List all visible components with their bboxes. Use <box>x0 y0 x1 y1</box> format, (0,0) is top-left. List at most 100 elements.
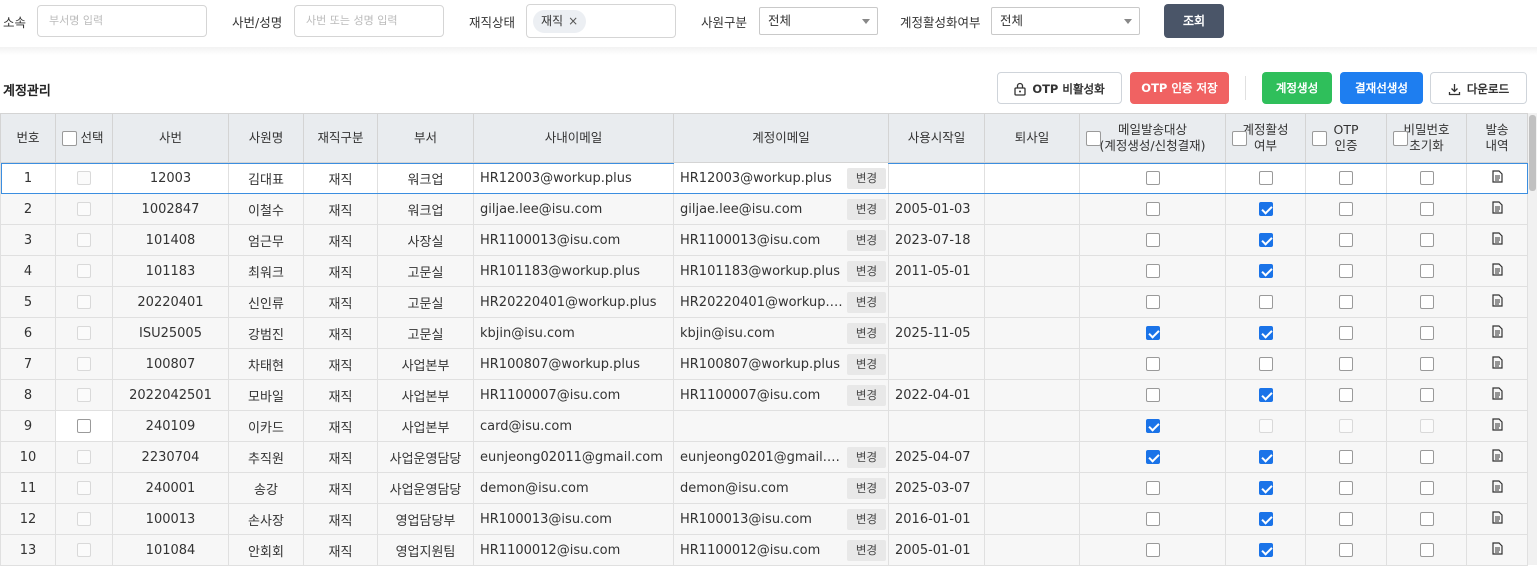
table-row[interactable]: 1 12003 김대표 재직 워크업 HR12003@workup.plus HR12003… <box>0 162 1528 194</box>
document-icon[interactable] <box>1491 448 1503 466</box>
row-pw-reset-cell[interactable] <box>1386 255 1467 287</box>
row-pw-reset-cell[interactable] <box>1386 224 1467 256</box>
mail-target-checkbox[interactable] <box>1145 326 1160 340</box>
row-history-cell[interactable] <box>1466 441 1528 473</box>
row-pw-reset-cell[interactable] <box>1386 286 1467 318</box>
table-row[interactable]: 4 101183 최워크 재직 고문실 HR101183@workup.plus HR101… <box>0 255 1528 287</box>
document-icon[interactable] <box>1491 386 1503 404</box>
row-active-cell[interactable] <box>1225 503 1306 535</box>
otp-checkbox[interactable] <box>1339 171 1353 185</box>
table-row[interactable]: 3 101408 엄근무 재직 사장실 HR1100013@isu.com HR110001… <box>0 224 1528 256</box>
row-otp-cell[interactable] <box>1305 348 1387 380</box>
document-icon[interactable] <box>1491 324 1503 342</box>
pw-reset-checkbox[interactable] <box>1419 512 1434 526</box>
pw-reset-checkbox[interactable] <box>1419 326 1434 340</box>
row-history-cell[interactable] <box>1466 472 1528 504</box>
row-select-cell[interactable] <box>55 193 113 225</box>
account-active-checkbox[interactable] <box>1258 512 1273 526</box>
row-otp-cell[interactable] <box>1305 286 1387 318</box>
document-icon[interactable] <box>1491 169 1503 187</box>
row-pw-reset-cell[interactable] <box>1386 348 1467 380</box>
table-row[interactable]: 12 100013 손사장 재직 영업담당부 HR100013@isu.com HR1000… <box>0 503 1528 535</box>
row-select-cell[interactable] <box>55 441 113 473</box>
mail-target-checkbox[interactable] <box>1145 202 1160 216</box>
mail-target-checkbox[interactable] <box>1145 357 1160 371</box>
row-active-cell[interactable] <box>1225 348 1306 380</box>
change-button[interactable]: 변경 <box>847 230 886 251</box>
row-history-cell[interactable] <box>1466 224 1528 256</box>
document-icon[interactable] <box>1491 417 1503 435</box>
close-icon[interactable]: × <box>568 14 578 28</box>
row-pw-reset-cell[interactable] <box>1386 317 1467 349</box>
row-pw-reset-cell[interactable] <box>1386 503 1467 535</box>
change-button[interactable]: 변경 <box>847 261 886 282</box>
row-pw-reset-cell[interactable] <box>1386 379 1467 411</box>
otp-checkbox[interactable] <box>1339 388 1353 402</box>
row-otp-cell[interactable] <box>1305 255 1387 287</box>
pw-reset-checkbox[interactable] <box>1419 233 1434 247</box>
pw-reset-checkbox[interactable] <box>1419 264 1434 278</box>
pw-reset-checkbox[interactable] <box>1419 295 1434 309</box>
row-mail-target-cell[interactable] <box>1079 441 1226 473</box>
table-row[interactable]: 5 20220401 신인류 재직 고문실 HR20220401@workup.plus H… <box>0 286 1528 318</box>
row-otp-cell[interactable] <box>1305 410 1387 442</box>
row-mail-target-cell[interactable] <box>1079 162 1226 194</box>
row-active-cell[interactable] <box>1225 162 1306 194</box>
row-mail-target-cell[interactable] <box>1079 286 1226 318</box>
change-button[interactable]: 변경 <box>847 292 886 313</box>
pw-reset-checkbox[interactable] <box>1419 543 1434 557</box>
row-otp-cell[interactable] <box>1305 162 1387 194</box>
row-otp-cell[interactable] <box>1305 193 1387 225</box>
document-icon[interactable] <box>1491 200 1503 218</box>
change-button[interactable]: 변경 <box>847 354 886 375</box>
change-button[interactable]: 변경 <box>847 168 886 189</box>
mail-target-checkbox[interactable] <box>1145 481 1160 495</box>
change-button[interactable]: 변경 <box>847 540 886 561</box>
search-button[interactable]: 조회 <box>1164 4 1224 38</box>
table-row[interactable]: 6 ISU25005 강범진 재직 고문실 kbjin@isu.com kbjin@isu.… <box>0 317 1528 349</box>
row-active-cell[interactable] <box>1225 472 1306 504</box>
row-mail-target-cell[interactable] <box>1079 534 1226 566</box>
row-otp-cell[interactable] <box>1305 503 1387 535</box>
otp-checkbox[interactable] <box>1339 233 1353 247</box>
otp-all-checkbox[interactable] <box>1312 131 1327 146</box>
row-history-cell[interactable] <box>1466 348 1528 380</box>
otp-checkbox[interactable] <box>1339 326 1353 340</box>
otp-checkbox[interactable] <box>1339 295 1353 309</box>
pw-reset-checkbox[interactable] <box>1419 171 1434 185</box>
otp-checkbox[interactable] <box>1339 202 1353 216</box>
download-button[interactable]: 다운로드 <box>1430 72 1527 104</box>
pw-reset-checkbox[interactable] <box>1419 202 1434 216</box>
row-select-checkbox[interactable] <box>77 419 91 433</box>
account-active-checkbox[interactable] <box>1258 171 1273 185</box>
mail-target-checkbox[interactable] <box>1145 388 1160 402</box>
table-row[interactable]: 10 2230704 추직원 재직 사업운영담당 eunjeong02011@gmail.… <box>0 441 1528 473</box>
row-active-cell[interactable] <box>1225 255 1306 287</box>
account-active-checkbox[interactable] <box>1258 326 1273 340</box>
mail-target-checkbox[interactable] <box>1145 264 1160 278</box>
account-active-checkbox[interactable] <box>1258 357 1273 371</box>
org-search-input[interactable]: 부서명 입력 <box>37 5 207 37</box>
employee-search-input[interactable]: 사번 또는 성명 입력 <box>294 5 444 37</box>
otp-disable-button[interactable]: OTP 비활성화 <box>997 72 1122 104</box>
row-pw-reset-cell[interactable] <box>1386 410 1467 442</box>
table-scrollbar[interactable] <box>1528 113 1537 565</box>
pw-reset-checkbox[interactable] <box>1419 481 1434 495</box>
row-history-cell[interactable] <box>1466 193 1528 225</box>
row-mail-target-cell[interactable] <box>1079 255 1226 287</box>
document-icon[interactable] <box>1491 510 1503 528</box>
account-active-select[interactable]: 전체 <box>991 7 1140 35</box>
table-row[interactable]: 11 240001 송강 재직 사업운영담당 demon@isu.com demon@isu… <box>0 472 1528 504</box>
otp-checkbox[interactable] <box>1339 357 1353 371</box>
row-select-cell[interactable] <box>55 286 113 318</box>
row-history-cell[interactable] <box>1466 255 1528 287</box>
row-history-cell[interactable] <box>1466 162 1528 194</box>
table-row[interactable]: 2 1002847 이철수 재직 워크업 giljae.lee@isu.com giljae… <box>0 193 1528 225</box>
active-all-checkbox[interactable] <box>1232 131 1247 146</box>
pw-reset-checkbox[interactable] <box>1419 357 1434 371</box>
status-multiselect[interactable]: 재직 × <box>526 4 676 38</box>
row-select-cell[interactable] <box>55 348 113 380</box>
document-icon[interactable] <box>1491 355 1503 373</box>
row-select-cell[interactable] <box>55 317 113 349</box>
select-all-checkbox[interactable] <box>62 131 77 146</box>
